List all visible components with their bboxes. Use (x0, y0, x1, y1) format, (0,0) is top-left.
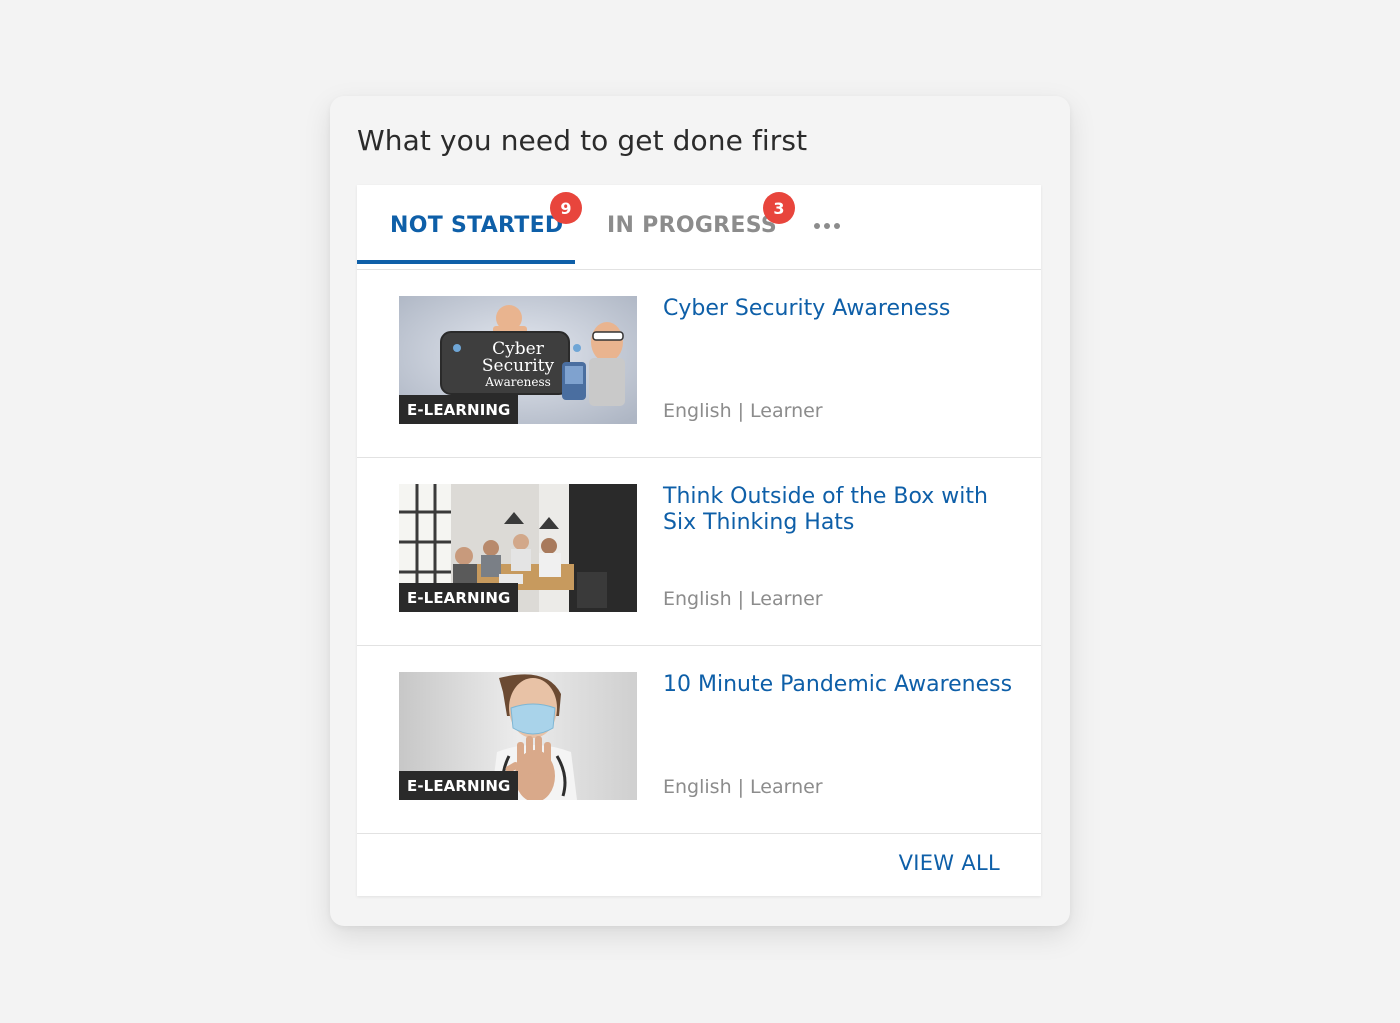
todo-panel: NOT STARTED 9 IN PROGRESS 3 Cyber Securi… (357, 185, 1041, 896)
list-item: Cyber Security Awareness E-LEARNING Cybe… (357, 270, 1041, 458)
course-meta: English | Learner (663, 776, 823, 798)
view-all-link[interactable]: VIEW ALL (899, 851, 1000, 875)
svg-text:Security: Security (482, 356, 555, 376)
course-role: Learner (750, 588, 823, 610)
ellipsis-icon (814, 223, 820, 229)
widget-title: What you need to get done first (357, 124, 808, 157)
course-thumbnail[interactable]: Cyber Security Awareness E-LEARNING (399, 296, 637, 424)
course-thumbnail[interactable]: E-LEARNING (399, 484, 637, 612)
list-item: E-LEARNING 10 Minute Pandemic Awareness … (357, 646, 1041, 834)
todo-widget: What you need to get done first NOT STAR… (330, 96, 1070, 926)
list-item: E-LEARNING Think Outside of the Box with… (357, 458, 1041, 646)
course-language: English (663, 588, 732, 610)
course-language: English (663, 776, 732, 798)
course-title[interactable]: 10 Minute Pandemic Awareness (663, 672, 1023, 698)
course-role: Learner (750, 400, 823, 422)
course-meta: English | Learner (663, 400, 823, 422)
course-language: English (663, 400, 732, 422)
tab-not-started[interactable]: NOT STARTED (390, 213, 564, 238)
active-tab-indicator (357, 260, 575, 264)
e-learning-tag: E-LEARNING (399, 771, 519, 800)
tab-in-progress[interactable]: IN PROGRESS (607, 213, 777, 238)
not-started-count-badge: 9 (550, 192, 582, 224)
svg-text:Awareness: Awareness (484, 375, 551, 389)
e-learning-tag: E-LEARNING (399, 395, 519, 424)
course-thumbnail[interactable]: E-LEARNING (399, 672, 637, 800)
panel-footer: VIEW ALL (357, 834, 1041, 894)
more-tabs-button[interactable] (812, 219, 842, 233)
course-title[interactable]: Think Outside of the Box with Six Thinki… (663, 484, 1023, 536)
tab-bar: NOT STARTED 9 IN PROGRESS 3 (357, 185, 1041, 270)
in-progress-count-badge: 3 (763, 192, 795, 224)
course-role: Learner (750, 776, 823, 798)
course-meta: English | Learner (663, 588, 823, 610)
e-learning-tag: E-LEARNING (399, 583, 519, 612)
course-title[interactable]: Cyber Security Awareness (663, 296, 1023, 322)
